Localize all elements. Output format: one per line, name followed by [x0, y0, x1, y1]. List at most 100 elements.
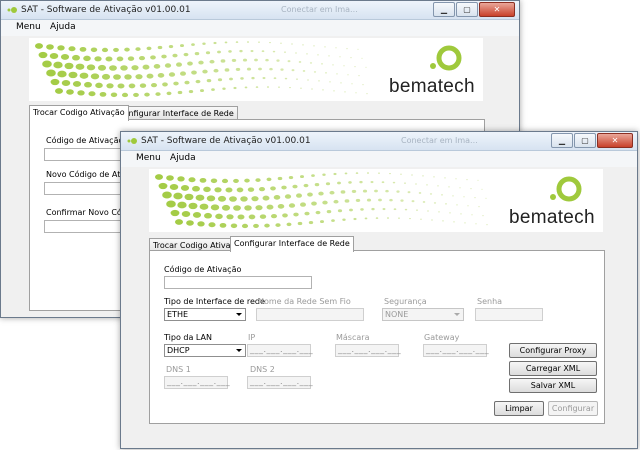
banner-dot [72, 80, 82, 87]
banner-dot [441, 194, 443, 196]
banner-dot [459, 187, 461, 189]
banner-dot [194, 51, 200, 56]
banner-dot [106, 83, 114, 89]
banner-dot [281, 185, 287, 190]
banner-dot [35, 43, 43, 49]
codigo-label: Código de Ativação [46, 136, 124, 145]
banner-dot [210, 204, 220, 211]
front-title-bar[interactable]: SAT - Software de Ativação v01.00.01 Con… [121, 132, 637, 151]
banner-dot [453, 221, 455, 223]
dns2-mask: ___.___.___.___ [250, 377, 314, 386]
banner-dot [344, 199, 350, 203]
banner-dot [337, 181, 341, 185]
salvar-xml-button[interactable]: Salvar XML [509, 378, 597, 393]
seguranca-label: Segurança [384, 297, 427, 306]
tipo-interface-select[interactable]: ETHE [164, 308, 246, 321]
banner-dot [200, 89, 204, 92]
configurar-proxy-button[interactable]: Configurar Proxy [509, 343, 597, 358]
banner-dot [251, 76, 255, 80]
banner-dot [128, 83, 136, 89]
dns2-input[interactable]: ___.___.___.___ [247, 376, 314, 389]
banner-dot [482, 215, 484, 217]
carregar-xml-button[interactable]: Carregar XML [509, 361, 597, 376]
back-tab-trocar[interactable]: Trocar Codigo Ativação [29, 105, 129, 121]
menu-item-ajuda[interactable]: Ajuda [50, 22, 76, 32]
nome-rede-input[interactable] [256, 308, 364, 321]
banner-dot [255, 205, 263, 211]
banner-dot [407, 191, 411, 194]
banner-dot [68, 71, 78, 79]
menu-item-menu[interactable]: Menu [16, 22, 41, 32]
banner-dot [155, 92, 161, 96]
maximize-button[interactable]: ▢ [456, 2, 478, 17]
close-button[interactable]: ✕ [597, 133, 633, 148]
banner-dot [360, 208, 364, 211]
back-title-bar[interactable]: SAT - Software de Ativação v01.00.01 Con… [1, 1, 519, 20]
close-button[interactable]: ✕ [479, 2, 515, 17]
banner-dot [378, 172, 380, 174]
chevron-down-icon [236, 313, 242, 316]
banner-dot [138, 55, 146, 61]
mascara-input[interactable]: ___.___.___.___ [335, 344, 401, 357]
banner-dot [206, 195, 216, 202]
banner-dot [95, 82, 103, 89]
seguranca-select[interactable]: NONE [382, 308, 464, 321]
banner-dot [50, 78, 60, 86]
maximize-button[interactable]: ▢ [574, 133, 596, 148]
banner-dot [381, 181, 385, 184]
banner-dot [313, 45, 315, 47]
banner-dot [146, 73, 154, 79]
banner-dot [199, 203, 209, 210]
minimize-button[interactable]: ▁ [433, 2, 455, 17]
banner-dot [359, 180, 363, 184]
minimize-button[interactable]: ▁ [551, 133, 573, 148]
banner-dot [318, 80, 320, 82]
banner-dot [370, 180, 374, 184]
banner-dot [426, 184, 428, 186]
banner-dot [389, 172, 391, 175]
senha-input[interactable] [475, 308, 543, 321]
codigo-ativacao-input[interactable] [164, 276, 312, 289]
ip-input[interactable]: ___.___.___.___ [247, 344, 313, 357]
banner-dot [466, 179, 468, 181]
tipo-lan-select[interactable]: DHCP [164, 344, 246, 357]
banner-dot [331, 219, 335, 222]
banner-dot [110, 92, 118, 98]
banner-dot [351, 189, 357, 194]
menu-item-menu[interactable]: Menu [136, 153, 161, 163]
banner-dot [229, 196, 237, 202]
banner-dot [177, 176, 185, 182]
banner-dot [349, 208, 353, 212]
banner-dot [273, 195, 281, 200]
banner-dot [340, 190, 346, 194]
banner-dot [221, 178, 229, 184]
front-tab-configurar[interactable]: Configurar Interface de Rede [230, 236, 354, 252]
banner-dot [195, 79, 201, 84]
banner-dot [474, 197, 476, 199]
configurar-button[interactable]: Configurar [548, 401, 598, 416]
banner-dot [124, 47, 130, 52]
banner-dot [162, 82, 168, 87]
banner-dot [60, 53, 70, 60]
banner-dot [300, 202, 306, 207]
dns1-input[interactable]: ___.___.___.___ [164, 376, 230, 389]
banner-dot [235, 67, 241, 72]
banner-dot [357, 48, 359, 50]
gateway-input[interactable]: ___.___.___.___ [423, 344, 489, 357]
banner-dot [289, 86, 291, 89]
banner-dot [315, 210, 321, 215]
banner-dot [79, 46, 87, 52]
banner-dot [362, 84, 364, 86]
banner-dot [202, 42, 206, 45]
banner-dot [431, 219, 433, 221]
banner-dot [90, 47, 98, 53]
banner-dot [333, 199, 339, 204]
banner-dot [240, 196, 248, 202]
banner-dot [438, 211, 440, 213]
tipo-interface-value: ETHE [167, 310, 189, 319]
limpar-button[interactable]: Limpar [494, 401, 544, 416]
banner-dot [262, 76, 266, 80]
menu-item-ajuda[interactable]: Ajuda [170, 153, 196, 163]
banner-dot [385, 189, 389, 193]
banner-dot [280, 42, 282, 44]
